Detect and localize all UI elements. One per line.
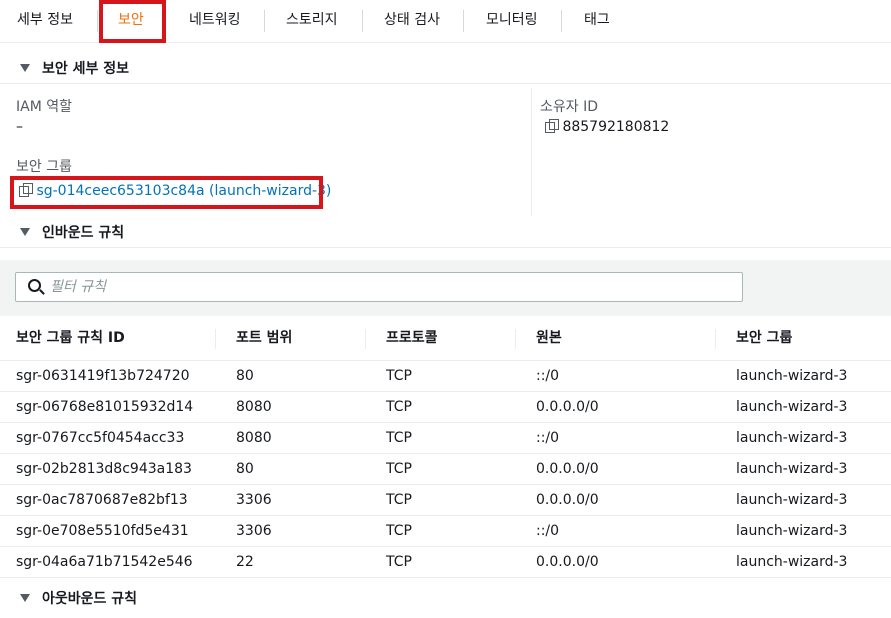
column-resize-handle[interactable] bbox=[365, 329, 366, 349]
section-inbound-rules-header[interactable]: 인바운드 규칙 bbox=[0, 212, 891, 252]
caret-down-icon bbox=[20, 228, 30, 236]
cell-security-group: launch-wizard-3 bbox=[736, 461, 848, 477]
tab-label: 상태 검사 bbox=[384, 12, 440, 28]
cell-protocol: TCP bbox=[386, 368, 412, 384]
table-row[interactable]: sgr-06768e81015932d14 8080 TCP 0.0.0.0/0… bbox=[0, 392, 891, 423]
search-icon bbox=[28, 279, 41, 292]
filter-rules-input[interactable] bbox=[50, 273, 730, 301]
section-title: 보안 세부 정보 bbox=[42, 61, 130, 77]
owner-id-value: 885792180812 bbox=[562, 119, 670, 135]
cell-security-group: launch-wizard-3 bbox=[736, 554, 848, 570]
cell-protocol: TCP bbox=[386, 399, 412, 415]
tab-monitoring[interactable]: 모니터링 bbox=[486, 0, 538, 42]
column-resize-handle[interactable] bbox=[515, 329, 516, 349]
cell-rule-id: sgr-02b2813d8c943a183 bbox=[16, 461, 192, 477]
tab-divider bbox=[561, 10, 562, 32]
table-row[interactable]: sgr-0767cc5f0454acc33 8080 TCP ::/0 laun… bbox=[0, 423, 891, 454]
section-security-details-header[interactable]: 보안 세부 정보 bbox=[0, 48, 891, 88]
cell-rule-id: sgr-0ac7870687e82bf13 bbox=[16, 492, 188, 508]
cell-protocol: TCP bbox=[386, 554, 412, 570]
cell-port-range: 3306 bbox=[236, 523, 272, 539]
cell-protocol: TCP bbox=[386, 430, 412, 446]
cell-source: ::/0 bbox=[536, 368, 560, 384]
cell-source: ::/0 bbox=[536, 430, 560, 446]
caret-down-icon bbox=[20, 64, 30, 72]
security-groups-label: 보안 그룹 bbox=[16, 159, 72, 175]
cell-port-range: 22 bbox=[236, 554, 254, 570]
cell-security-group: launch-wizard-3 bbox=[736, 399, 848, 415]
cell-source: ::/0 bbox=[536, 523, 560, 539]
highlight-box-security-group bbox=[10, 176, 323, 209]
divider bbox=[0, 83, 891, 84]
table-row[interactable]: sgr-02b2813d8c943a183 80 TCP 0.0.0.0/0 l… bbox=[0, 454, 891, 485]
section-outbound-rules-header[interactable]: 아웃바운드 규칙 bbox=[0, 578, 891, 618]
inbound-rules-table: 보안 그룹 규칙 ID 포트 범위 프로토콜 원본 보안 그룹 sgr-0631… bbox=[0, 317, 891, 578]
cell-source: 0.0.0.0/0 bbox=[536, 461, 599, 477]
cell-port-range: 8080 bbox=[236, 430, 272, 446]
column-header-security-group[interactable]: 보안 그룹 bbox=[736, 317, 792, 360]
table-row[interactable]: sgr-04a6a71b71542e546 22 TCP 0.0.0.0/0 l… bbox=[0, 547, 891, 578]
caret-down-icon bbox=[20, 594, 30, 602]
cell-rule-id: sgr-0767cc5f0454acc33 bbox=[16, 430, 185, 446]
iam-role-label: IAM 역할 bbox=[16, 99, 72, 115]
column-header-rule-id[interactable]: 보안 그룹 규칙 ID bbox=[16, 317, 125, 360]
cell-security-group: launch-wizard-3 bbox=[736, 492, 848, 508]
cell-source: 0.0.0.0/0 bbox=[536, 399, 599, 415]
cell-port-range: 8080 bbox=[236, 399, 272, 415]
column-resize-handle[interactable] bbox=[215, 329, 216, 349]
cell-rule-id: sgr-06768e81015932d14 bbox=[16, 399, 194, 415]
tab-label: 모니터링 bbox=[486, 12, 538, 28]
cell-protocol: TCP bbox=[386, 461, 412, 477]
cell-protocol: TCP bbox=[386, 492, 412, 508]
filter-rules-field[interactable] bbox=[15, 272, 743, 302]
column-header-protocol[interactable]: 프로토콜 bbox=[386, 317, 438, 360]
column-divider bbox=[531, 88, 532, 216]
table-row[interactable]: sgr-0e708e5510fd5e431 3306 TCP ::/0 laun… bbox=[0, 516, 891, 547]
cell-rule-id: sgr-0631419f13b724720 bbox=[16, 368, 190, 384]
tab-divider bbox=[264, 10, 265, 32]
filter-bar bbox=[0, 260, 891, 316]
tab-label: 태그 bbox=[584, 12, 610, 28]
divider bbox=[0, 247, 891, 248]
tab-label: 스토리지 bbox=[286, 12, 338, 28]
table-header: 보안 그룹 규칙 ID 포트 범위 프로토콜 원본 보안 그룹 bbox=[0, 317, 891, 361]
column-header-port-range[interactable]: 포트 범위 bbox=[236, 317, 292, 360]
cell-port-range: 3306 bbox=[236, 492, 272, 508]
cell-protocol: TCP bbox=[386, 523, 412, 539]
cell-security-group: launch-wizard-3 bbox=[736, 430, 848, 446]
cell-rule-id: sgr-04a6a71b71542e546 bbox=[16, 554, 193, 570]
tab-label: 세부 정보 bbox=[17, 12, 73, 28]
section-title: 아웃바운드 규칙 bbox=[42, 591, 138, 607]
table-row[interactable]: sgr-0ac7870687e82bf13 3306 TCP 0.0.0.0/0… bbox=[0, 485, 891, 516]
cell-source: 0.0.0.0/0 bbox=[536, 554, 599, 570]
copy-icon[interactable] bbox=[545, 119, 559, 133]
section-title: 인바운드 규칙 bbox=[42, 225, 125, 241]
cell-port-range: 80 bbox=[236, 368, 254, 384]
tab-divider bbox=[362, 10, 363, 32]
cell-source: 0.0.0.0/0 bbox=[536, 492, 599, 508]
tab-storage[interactable]: 스토리지 bbox=[286, 0, 338, 42]
owner-id-item: 885792180812 bbox=[545, 119, 669, 135]
tab-details[interactable]: 세부 정보 bbox=[17, 0, 73, 42]
cell-security-group: launch-wizard-3 bbox=[736, 523, 848, 539]
tab-status-checks[interactable]: 상태 검사 bbox=[384, 0, 440, 42]
cell-rule-id: sgr-0e708e5510fd5e431 bbox=[16, 523, 189, 539]
tab-networking[interactable]: 네트워킹 bbox=[189, 0, 241, 42]
highlight-box-tab bbox=[99, 0, 166, 43]
owner-id-label: 소유자 ID bbox=[540, 99, 598, 115]
cell-port-range: 80 bbox=[236, 461, 254, 477]
tab-divider bbox=[463, 10, 464, 32]
tab-label: 네트워킹 bbox=[189, 12, 241, 28]
iam-role-value: – bbox=[16, 119, 23, 135]
column-resize-handle[interactable] bbox=[715, 329, 716, 349]
table-row[interactable]: sgr-0631419f13b724720 80 TCP ::/0 launch… bbox=[0, 361, 891, 392]
cell-security-group: launch-wizard-3 bbox=[736, 368, 848, 384]
column-header-source[interactable]: 원본 bbox=[536, 317, 562, 360]
tab-divider bbox=[97, 10, 98, 32]
tab-tags[interactable]: 태그 bbox=[584, 0, 610, 42]
